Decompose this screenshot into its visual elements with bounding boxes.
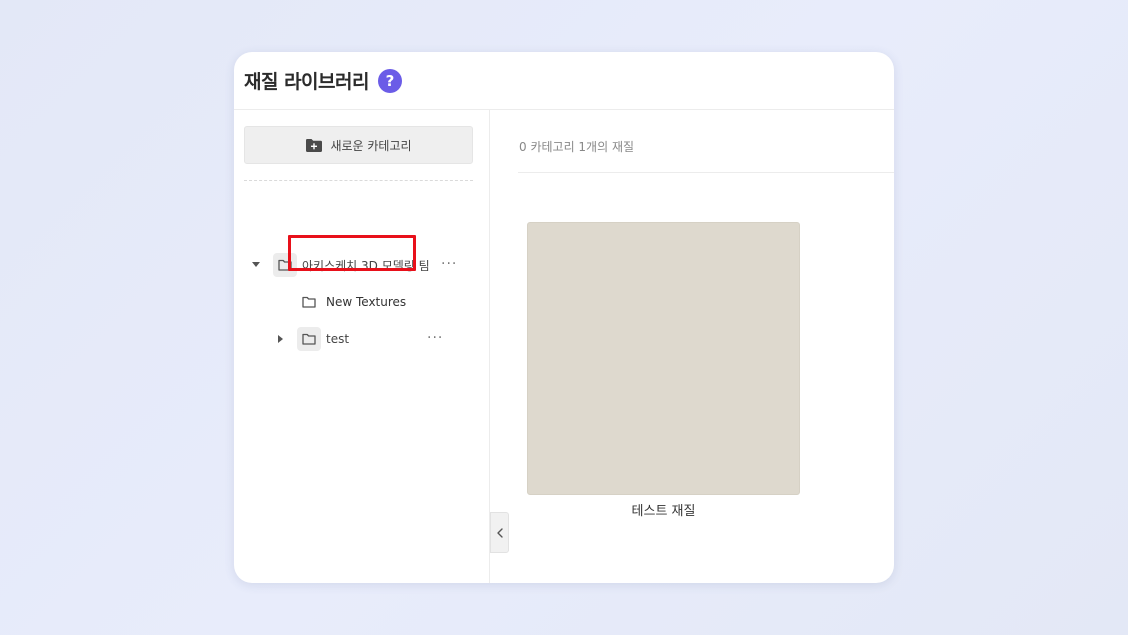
caret-down-icon[interactable] — [251, 260, 261, 270]
folder-plus-icon — [305, 138, 323, 153]
folder-icon — [297, 327, 321, 351]
tree-item-label: New Textures — [326, 295, 407, 309]
test-more-button[interactable]: ··· — [427, 330, 443, 346]
material-thumbnail[interactable] — [527, 222, 800, 495]
category-sidebar: 새로운 카테고리 아키스케치 3D 모델링 팀 ··· New Textures — [234, 110, 490, 583]
selection-highlight — [288, 235, 416, 271]
tree-item-new-textures[interactable]: New Textures — [297, 289, 406, 315]
tree-item-label: test — [326, 332, 350, 346]
material-summary: 0 카테고리 1개의 재질 — [519, 140, 635, 154]
material-name: 테스트 재질 — [631, 504, 696, 519]
main-divider — [518, 172, 894, 173]
material-library-panel: 재질 라이브러리 ? 새로운 카테고리 아키스케치 3D 모델링 팀 ··· N… — [234, 52, 894, 583]
new-category-button[interactable]: 새로운 카테고리 — [244, 126, 473, 164]
collapse-sidebar-button[interactable] — [490, 512, 509, 553]
page-title: 재질 라이브러리 — [244, 71, 369, 93]
help-button[interactable]: ? — [377, 69, 402, 93]
new-category-label: 새로운 카테고리 — [330, 138, 412, 153]
chevron-left-icon — [496, 527, 503, 538]
tree-item-test[interactable]: test — [276, 326, 349, 352]
caret-right-icon[interactable] — [276, 334, 286, 344]
panel-header: 재질 라이브러리 ? — [234, 52, 894, 110]
sidebar-divider — [244, 180, 473, 181]
folder-icon — [297, 290, 321, 314]
root-more-button[interactable]: ··· — [441, 256, 457, 272]
